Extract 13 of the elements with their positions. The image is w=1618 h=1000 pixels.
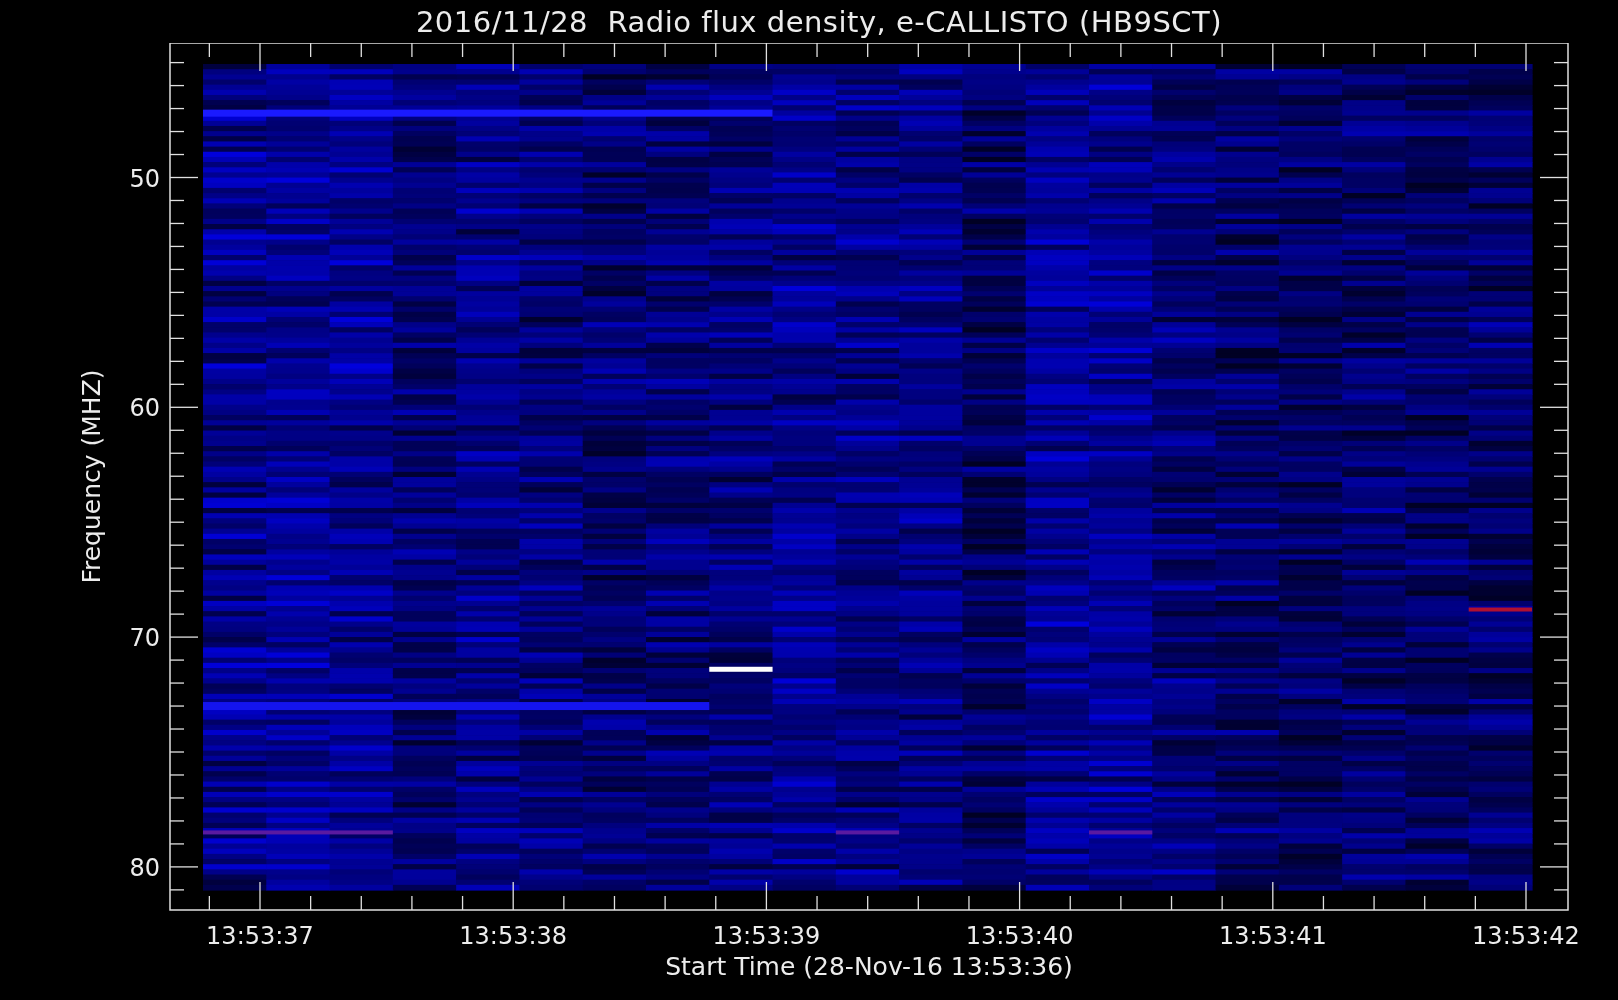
y-tick-label: 60	[129, 394, 160, 423]
x-tick-label: 13:53:40	[965, 922, 1074, 950]
x-tick-label: 13:53:41	[1218, 922, 1327, 950]
x-tick-label: 13:53:39	[712, 922, 821, 950]
y-tick-label: 70	[129, 624, 160, 653]
x-tick-label: 13:53:37	[206, 922, 314, 950]
y-axis-label: Frequency (MHZ)	[77, 369, 106, 584]
x-tick-label: 13:53:42	[1472, 922, 1580, 950]
x-tick-label: 13:53:38	[459, 922, 568, 950]
chart-title: 2016/11/28 Radio flux density, e-CALLISTO (HB9SCT)	[414, 4, 1223, 39]
x-axis-label: Start Time (28-Nov-16 13:53:36)	[665, 952, 1073, 981]
y-tick-label: 50	[129, 164, 160, 193]
y-tick-label: 80	[129, 853, 160, 882]
